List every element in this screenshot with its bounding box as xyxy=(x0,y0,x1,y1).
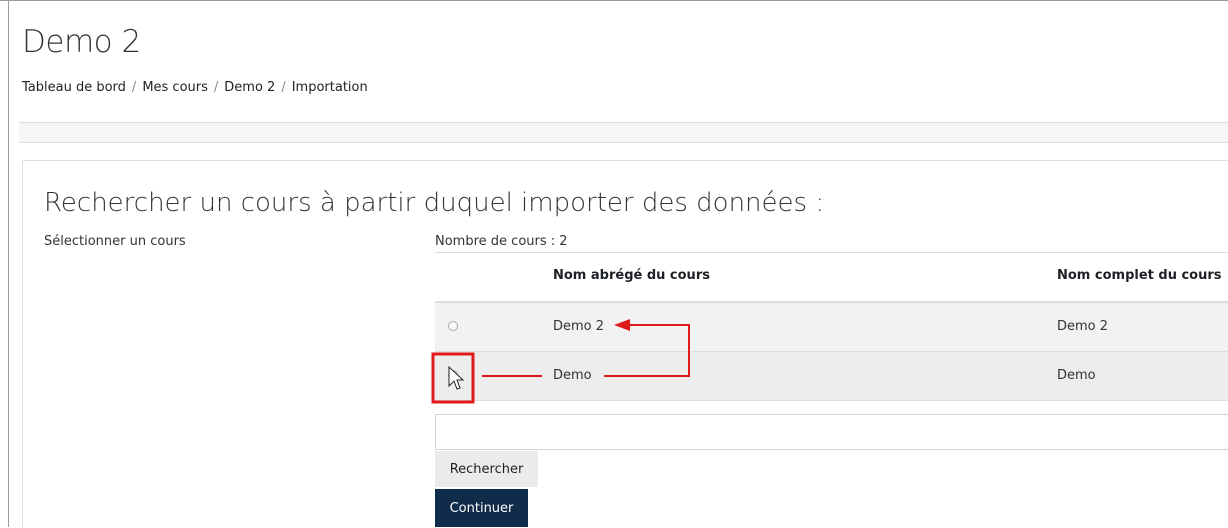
mouse-cursor-icon xyxy=(448,365,465,390)
arrowhead-icon xyxy=(614,319,630,331)
annotation-overlay xyxy=(431,319,690,404)
annotation-arrow-line xyxy=(604,324,690,377)
